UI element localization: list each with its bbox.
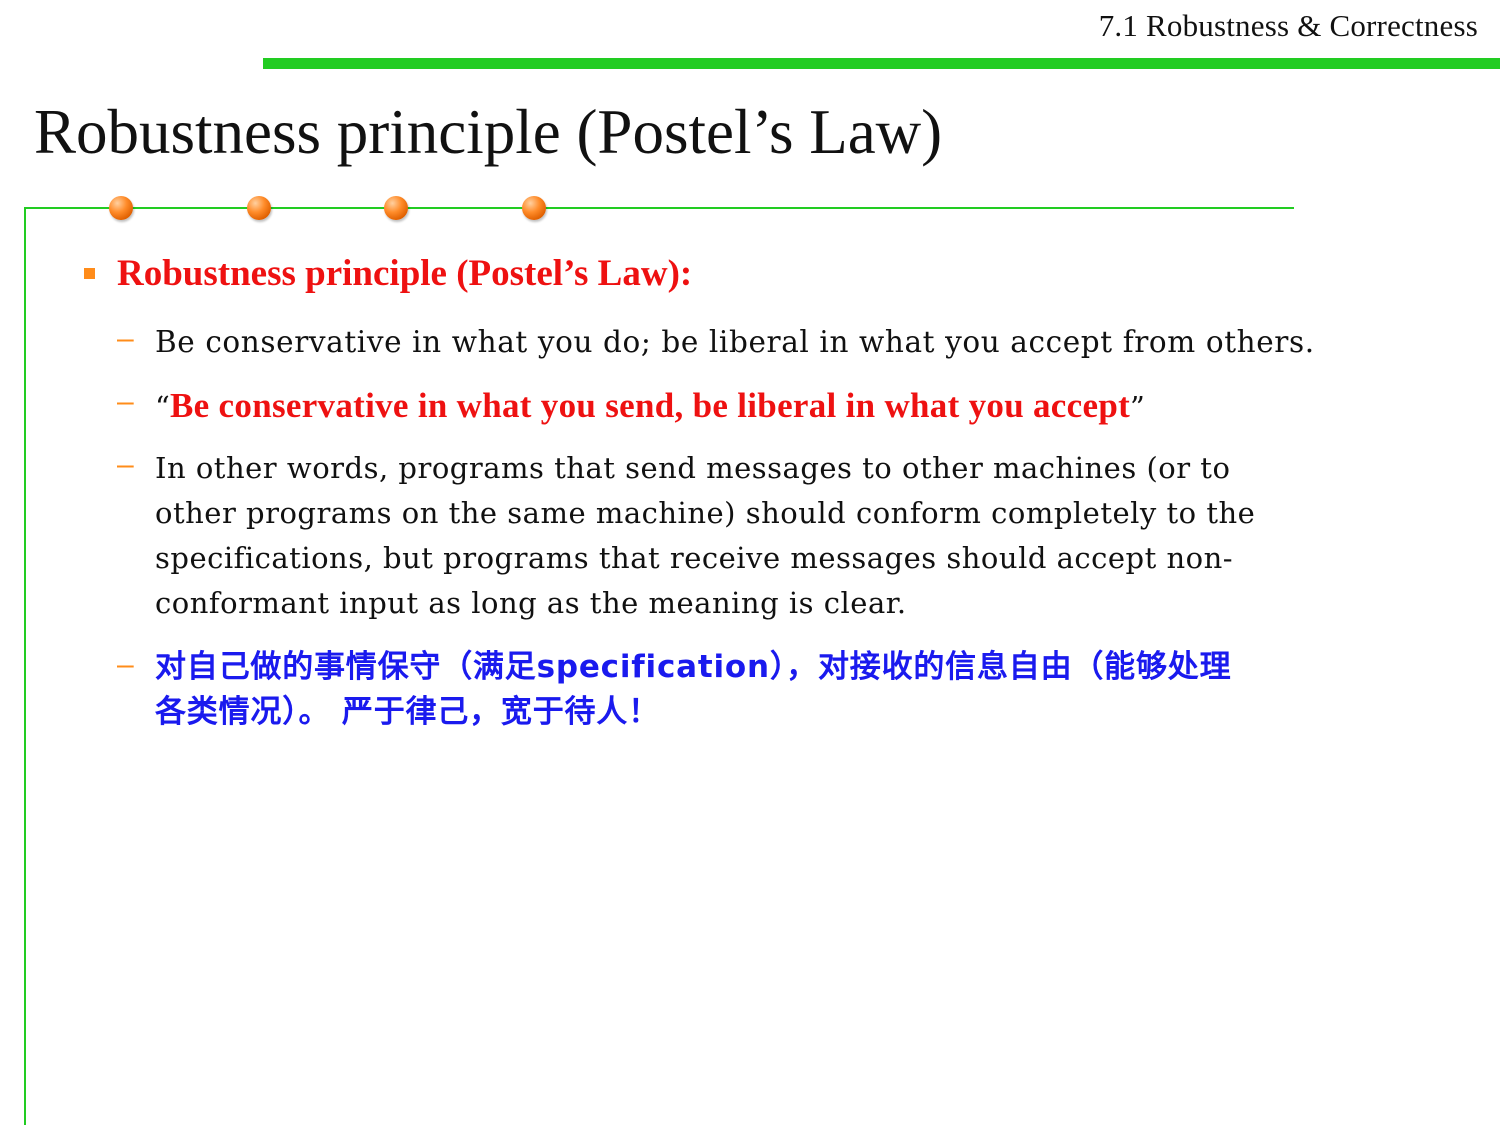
dash-icon: – (117, 448, 134, 481)
decorative-dot (247, 196, 271, 220)
sub-bullet-4-chinese: 对自己做的事情保守（满足specification），对接收的信息自由（能够处理… (155, 645, 1231, 735)
sub-bullet-3-line: other programs on the same machine) shou… (155, 496, 1256, 530)
bullet-square-icon (84, 268, 95, 279)
decorative-dot (384, 196, 408, 220)
left-border (24, 207, 26, 1125)
sub-bullet-3-line: conformant input as long as the meaning … (155, 586, 907, 620)
sub-bullet-3: In other words, programs that send messa… (155, 446, 1255, 626)
sub-bullet-1: Be conservative in what you do; be liber… (155, 325, 1315, 359)
quote-emphasis: Be conservative in what you send, be lib… (170, 386, 1131, 425)
dash-icon: – (117, 322, 134, 355)
section-label: 7.1 Robustness & Correctness (1098, 8, 1478, 43)
open-quote: “ (155, 390, 171, 424)
sub-bullet-2: “Be conservative in what you send, be li… (155, 383, 1145, 430)
decorative-dot (109, 196, 133, 220)
dash-icon: – (117, 648, 134, 681)
close-quote: ” (1130, 390, 1146, 424)
decorative-dot (522, 196, 546, 220)
bullet-heading: Robustness principle (Postel’s Law): (117, 253, 693, 294)
title-divider (24, 207, 1294, 209)
dash-icon: – (117, 385, 134, 418)
sub-bullet-3-line: specifications, but programs that receiv… (155, 541, 1234, 575)
slide-title: Robustness principle (Postel’s Law) (34, 97, 943, 167)
sub-bullet-3-line: In other words, programs that send messa… (155, 451, 1231, 485)
sub-bullet-4-line: 各类情况）。 严于律己，宽于待人！ (155, 694, 660, 730)
sub-bullet-4-line: 对自己做的事情保守（满足specification），对接收的信息自由（能够处理 (155, 649, 1232, 685)
header-accent-bar (263, 58, 1500, 69)
